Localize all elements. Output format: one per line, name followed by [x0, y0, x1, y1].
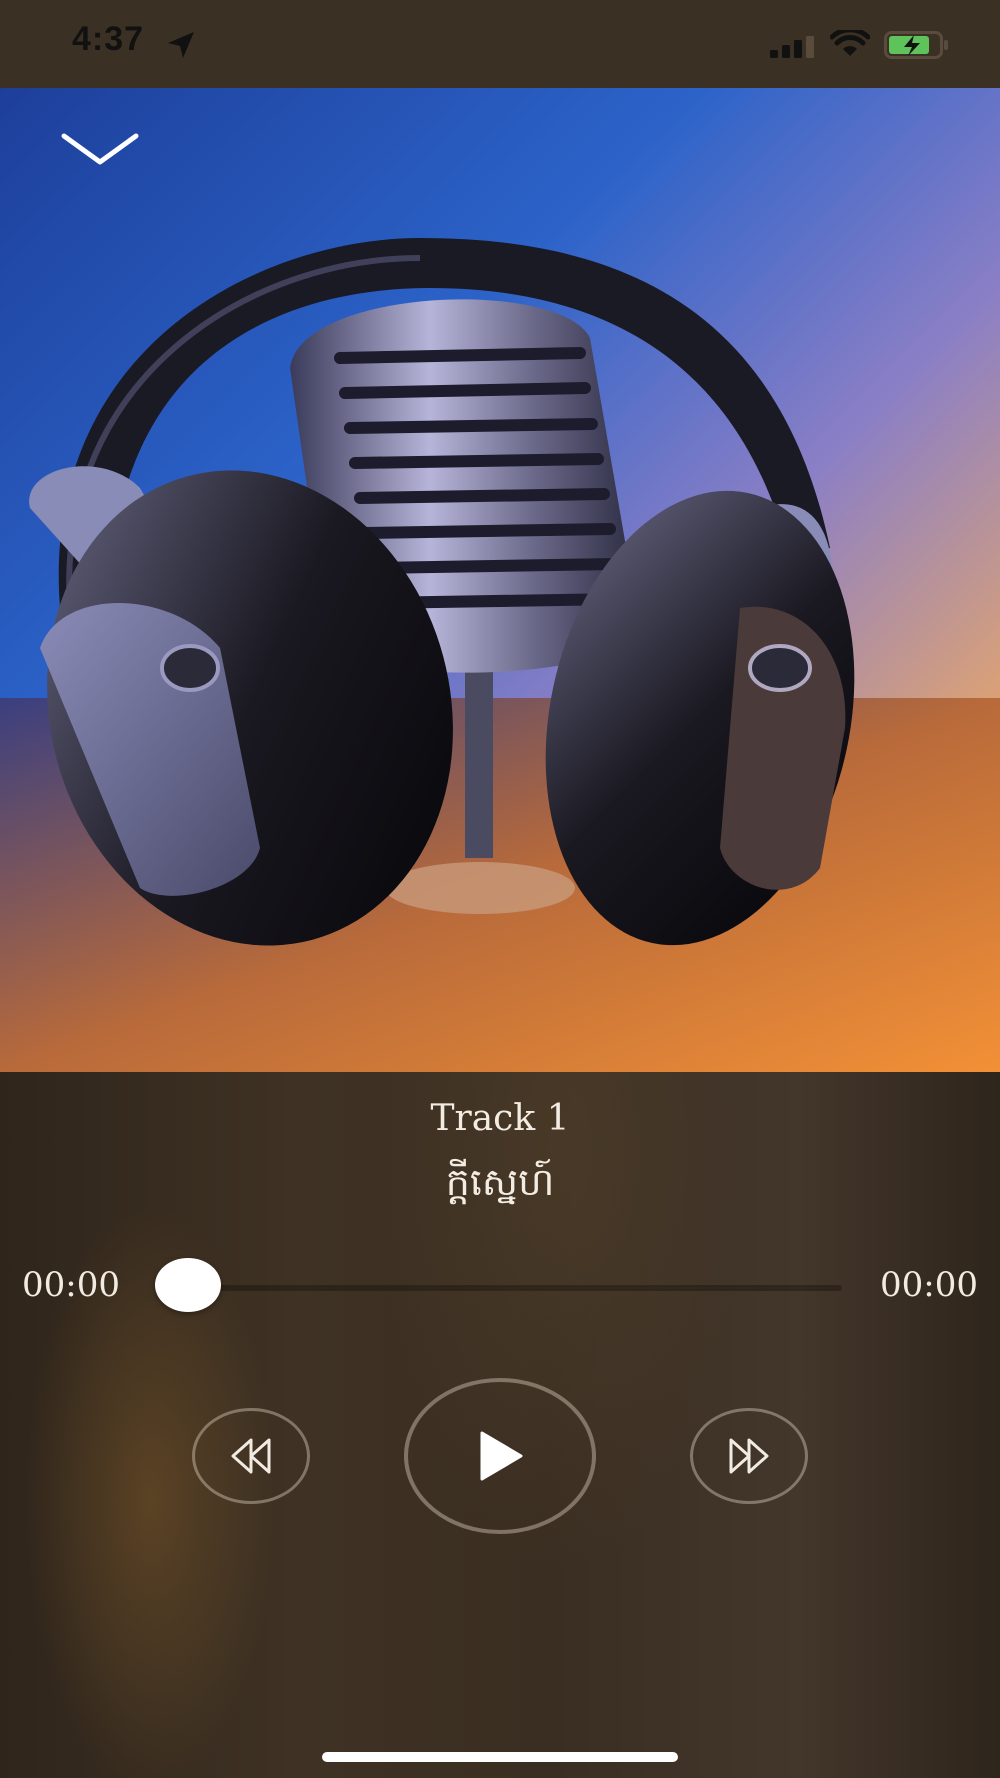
cellular-signal-icon: [770, 36, 814, 58]
rewind-icon: [231, 1438, 271, 1474]
rewind-button[interactable]: [192, 1408, 310, 1504]
total-duration: 00:00: [880, 1265, 978, 1305]
wifi-icon: [830, 30, 870, 56]
play-icon: [480, 1431, 523, 1481]
location-arrow-icon: [168, 32, 194, 58]
status-time: 4:37: [72, 20, 145, 58]
progress-slider[interactable]: [188, 1285, 842, 1291]
home-indicator[interactable]: [322, 1752, 678, 1762]
elapsed-time: 00:00: [22, 1265, 120, 1305]
collapse-chevron-button[interactable]: [58, 124, 142, 174]
fast-forward-icon: [729, 1438, 769, 1474]
headphones-microphone-artwork: [0, 88, 1000, 1072]
progress-thumb[interactable]: [155, 1258, 221, 1312]
fast-forward-button[interactable]: [690, 1408, 808, 1504]
play-button[interactable]: [404, 1378, 596, 1534]
chevron-down-icon: [61, 133, 139, 165]
track-title: Track 1: [430, 1098, 570, 1139]
track-subtitle: ក្តីស្នេហ៍: [445, 1160, 555, 1204]
album-artwork: [0, 88, 1000, 1072]
status-bar: 4:37: [0, 0, 1000, 88]
music-player-screen: 4:37 Track 1 ក្តីស្នេហ៍ 00:00 00:00: [0, 0, 1000, 1778]
battery-charging-icon: [884, 31, 948, 59]
